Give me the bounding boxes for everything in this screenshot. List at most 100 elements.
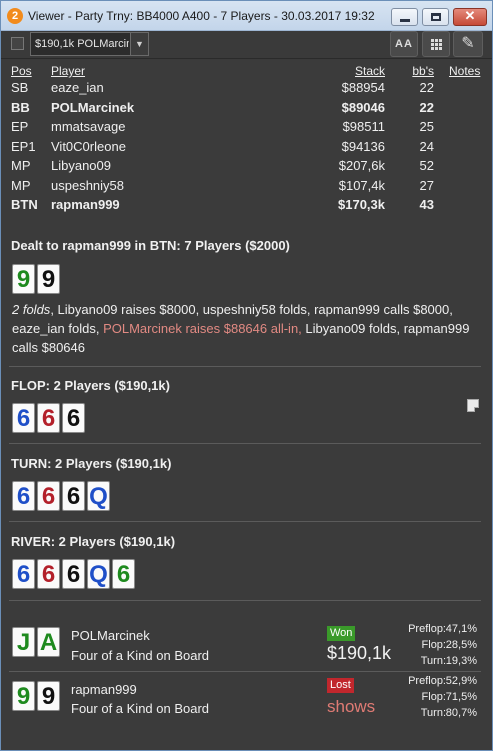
player-position: BTN: [11, 197, 38, 212]
player-position: MP: [11, 177, 31, 193]
divider: [9, 443, 481, 444]
player-stack: $89046: [341, 99, 385, 115]
equity-label: Preflop:: [408, 675, 446, 687]
hero-cards: 99: [12, 264, 60, 296]
playing-card: 6: [37, 559, 60, 589]
divider: [9, 366, 481, 367]
playing-card: 9: [12, 681, 35, 711]
chevron-down-icon[interactable]: ▼: [130, 33, 148, 55]
allin-text: POLMarcinek raises $88646 all-in,: [103, 321, 302, 336]
window-title: Viewer - Party Trny: BB4000 A400 - 7 Pla…: [28, 9, 375, 23]
playing-card: Q: [87, 481, 110, 511]
player-name: Vit0C0rleone: [51, 138, 126, 154]
equity-label: Preflop:: [408, 623, 446, 635]
equity-label: Turn:: [420, 707, 446, 719]
player-row[interactable]: MP Libyano09 $207,6k 52: [1, 158, 492, 178]
stack-header[interactable]: Stack: [355, 64, 385, 78]
flop-cards: 666: [12, 403, 85, 435]
playing-card: 6: [12, 481, 35, 511]
viewer-window: 2 Viewer - Party Trny: BB4000 A400 - 7 P…: [0, 0, 493, 751]
player-stack: $170,3k: [338, 197, 385, 212]
playing-card: 6: [37, 481, 60, 511]
minimize-button[interactable]: [391, 8, 418, 26]
select-hand-checkbox[interactable]: [11, 37, 24, 50]
toolbar: $190,1k POLMarcinek ▼ AA ✎: [1, 31, 492, 59]
player-name: uspeshniy58: [51, 177, 124, 193]
maximize-button[interactable]: [422, 8, 449, 26]
playing-card: 6: [12, 403, 35, 433]
player-header[interactable]: Player: [51, 64, 85, 78]
turn-title: TURN: 2 Players ($190,1k): [11, 456, 172, 471]
equity-value: 19,3%: [445, 655, 477, 667]
maximize-icon: [431, 13, 441, 21]
player-bbs: 24: [419, 138, 434, 154]
result-cards: JA: [12, 627, 60, 659]
player-row[interactable]: EP mmatsavage $98511 25: [1, 119, 492, 139]
player-row[interactable]: EP1 Vit0C0rleone $94136 24: [1, 139, 492, 159]
result-player-name[interactable]: rapman999: [71, 682, 137, 697]
playing-card: J: [12, 627, 35, 657]
preflop-action-text: 2 folds, Libyano09 raises $8000, uspeshn…: [12, 300, 482, 357]
player-position: EP1: [11, 138, 36, 154]
player-stack: $94136: [341, 138, 385, 154]
result-hand-description: Four of a Kind on Board: [71, 648, 210, 663]
folds-text: 2 folds: [12, 302, 51, 317]
playing-card: 6: [112, 559, 135, 589]
result-player-name[interactable]: POLMarcinek: [71, 628, 150, 643]
equity-value: 80,7%: [445, 707, 477, 719]
equity-value: 47,1%: [445, 623, 477, 635]
hand-select[interactable]: $190,1k POLMarcinek ▼: [30, 32, 149, 56]
player-stack: $98511: [342, 119, 385, 134]
equity-value: 28,5%: [445, 639, 477, 651]
divider: [9, 671, 481, 672]
playing-card: 6: [62, 403, 85, 433]
grid-view-button[interactable]: [422, 31, 450, 57]
close-icon: ✕: [464, 8, 476, 23]
playing-card: A: [37, 627, 60, 657]
player-name: eaze_ian: [51, 80, 104, 95]
player-name: rapman999: [51, 197, 120, 212]
player-stack: $107,4k: [338, 177, 385, 193]
app-logo-icon: 2: [7, 8, 23, 24]
player-position: EP: [11, 119, 29, 134]
won-badge: Won: [327, 626, 356, 641]
player-bbs: 27: [419, 177, 434, 193]
equity-value: 52,9%: [445, 675, 477, 687]
playing-card: 6: [12, 559, 35, 589]
edit-button[interactable]: ✎: [453, 31, 483, 57]
player-bbs: 22: [419, 80, 434, 95]
player-row[interactable]: MP uspeshniy58 $107,4k 27: [1, 178, 492, 198]
playing-card: Q: [87, 559, 110, 589]
close-button[interactable]: ✕: [453, 8, 487, 26]
player-row[interactable]: BTN rapman999 $170,3k 43: [1, 197, 492, 217]
player-position: BB: [11, 99, 30, 115]
player-position: MP: [11, 158, 31, 173]
pencil-icon: ✎: [461, 35, 475, 52]
player-row[interactable]: BB POLMarcinek $89046 22: [1, 100, 492, 120]
pos-header[interactable]: Pos: [11, 64, 32, 78]
playing-card: 6: [62, 559, 85, 589]
divider: [9, 521, 481, 522]
result-hand-description: Four of a Kind on Board: [71, 701, 210, 716]
player-name: Libyano09: [51, 158, 111, 173]
bbs-header[interactable]: bb's: [412, 64, 434, 78]
preflop-title: Dealt to rapman999 in BTN: 7 Players ($2…: [11, 238, 290, 253]
player-bbs: 52: [419, 158, 434, 173]
hand-select-value: $190,1k POLMarcinek: [35, 38, 129, 50]
lost-badge: Lost: [327, 678, 354, 693]
player-bbs: 43: [419, 197, 434, 212]
notes-header[interactable]: Notes: [449, 64, 480, 78]
playing-card: 6: [62, 481, 85, 511]
playing-card: 6: [37, 403, 60, 433]
player-stack: $88954: [341, 80, 385, 95]
won-amount: $190,1k: [327, 643, 392, 663]
result-cards: 99: [12, 681, 60, 713]
note-icon[interactable]: [467, 399, 479, 412]
playing-card: 9: [37, 264, 60, 294]
font-size-button[interactable]: AA: [390, 31, 418, 57]
river-title: RIVER: 2 Players ($190,1k): [11, 534, 176, 549]
title-bar[interactable]: 2 Viewer - Party Trny: BB4000 A400 - 7 P…: [1, 1, 492, 31]
player-stack: $207,6k: [338, 158, 385, 173]
player-position: SB: [11, 80, 29, 95]
player-row[interactable]: SB eaze_ian $88954 22: [1, 80, 492, 100]
